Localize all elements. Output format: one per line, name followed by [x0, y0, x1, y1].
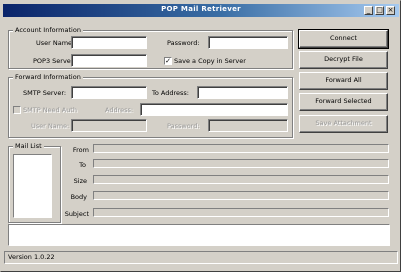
size-label: Size: [73, 177, 87, 185]
address-label: Address:: [105, 106, 134, 114]
forward-password-label: Password:: [167, 122, 200, 130]
address-input[interactable]: [140, 103, 288, 116]
user-name-input[interactable]: [71, 36, 147, 49]
account-info-legend: Account Information: [13, 26, 83, 34]
smtp-auth-label: SMTP Need Auth: [23, 106, 77, 114]
save-copy-checkbox[interactable]: ✓: [164, 57, 172, 65]
forward-info-legend: Forward Information: [13, 73, 83, 81]
mail-list-legend: Mail List: [13, 142, 44, 150]
size-field: [93, 175, 389, 184]
pop3-server-input[interactable]: [71, 54, 147, 67]
body-label: Body: [70, 193, 87, 201]
smtp-server-input[interactable]: [71, 86, 147, 99]
from-label: From: [72, 146, 89, 154]
forward-password-input[interactable]: [208, 119, 288, 132]
to-address-input[interactable]: [197, 86, 288, 99]
to-address-label: To Address:: [152, 89, 189, 97]
forward-user-name-label: User Name:: [31, 122, 70, 130]
password-label: Password:: [167, 39, 200, 47]
body-field: [93, 191, 389, 200]
window-title: POP Mail Retriever: [161, 5, 241, 13]
forward-selected-button[interactable]: Forward Selected: [299, 93, 388, 111]
connect-button[interactable]: Connect: [298, 29, 389, 49]
check-icon: ✓: [165, 57, 171, 65]
forward-user-name-input[interactable]: [71, 119, 147, 132]
to-field: [93, 159, 389, 168]
from-field: [93, 144, 389, 153]
password-input[interactable]: [208, 36, 288, 49]
mail-listbox[interactable]: [13, 154, 52, 218]
forward-all-button[interactable]: Forward All: [299, 72, 388, 90]
message-body-area[interactable]: [8, 224, 390, 246]
save-attachment-button[interactable]: Save Attachment: [299, 115, 388, 133]
subject-label: Subject: [64, 210, 89, 218]
smtp-auth-checkbox[interactable]: [13, 106, 21, 114]
subject-field: [93, 208, 389, 217]
title-bar[interactable]: POP Mail Retriever _ □ ×: [3, 4, 399, 17]
decrypt-file-button[interactable]: Decrypt File: [299, 51, 388, 69]
smtp-server-label: SMTP Server:: [23, 89, 67, 97]
save-copy-label: Save a Copy in Server: [174, 57, 246, 65]
status-bar: Version 1.0.22: [4, 251, 398, 264]
maximize-button[interactable]: □: [375, 6, 384, 15]
app-window: POP Mail Retriever _ □ × Account Informa…: [0, 0, 401, 272]
to-label: To: [79, 161, 86, 169]
minimize-button[interactable]: _: [364, 6, 373, 15]
close-button[interactable]: ×: [386, 6, 395, 15]
pop3-server-label: POP3 Server:: [33, 57, 76, 65]
user-name-label: User Name:: [36, 39, 75, 47]
